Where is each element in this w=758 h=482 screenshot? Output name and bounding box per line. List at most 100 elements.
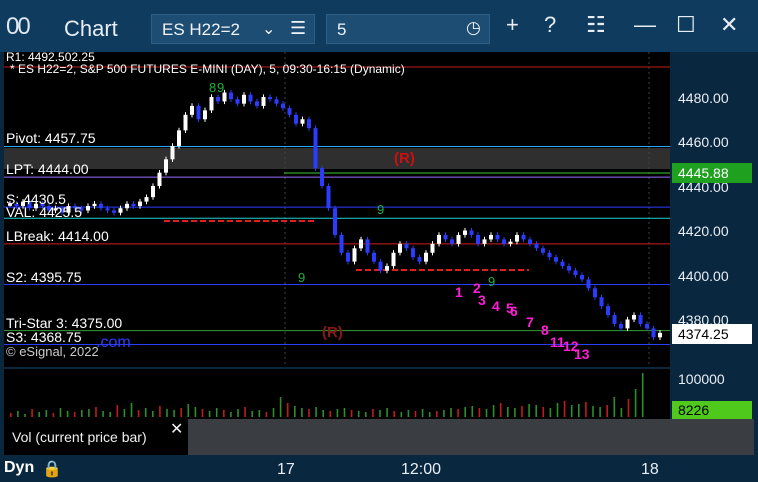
volume-bar bbox=[528, 404, 530, 417]
interval-value: 5 bbox=[337, 20, 347, 39]
volume-bar bbox=[329, 411, 332, 417]
volume-bar bbox=[159, 406, 161, 417]
candle-body bbox=[443, 234, 448, 240]
volume-bar bbox=[38, 412, 40, 417]
candle-body bbox=[528, 239, 532, 244]
level-label-lpt: LPT: 4444.00 bbox=[6, 161, 89, 177]
volume-bar bbox=[592, 406, 594, 417]
candle-body bbox=[105, 208, 110, 211]
r1-label: R1: 4492.502.25 bbox=[6, 50, 95, 64]
setup-number: 8 bbox=[209, 80, 217, 95]
volume-bar bbox=[223, 410, 225, 417]
volume-bar bbox=[514, 408, 516, 417]
candle-body bbox=[138, 201, 142, 207]
candle-body bbox=[515, 234, 519, 242]
volume-chart[interactable] bbox=[4, 369, 670, 419]
volume-bar bbox=[66, 411, 69, 417]
dyn-label[interactable]: Dyn bbox=[4, 459, 34, 477]
volume-bar bbox=[478, 408, 481, 417]
volume-bar bbox=[634, 389, 637, 417]
vol-study-panel[interactable]: Vol (current price bar) ✕ bbox=[4, 419, 188, 455]
countdown-number: 8 bbox=[541, 322, 549, 338]
candle-body bbox=[658, 332, 662, 338]
candle-body bbox=[333, 208, 337, 235]
volume-bar bbox=[315, 407, 317, 417]
close-icon[interactable]: ✕ bbox=[170, 419, 183, 439]
volume-bar bbox=[556, 403, 559, 417]
layout-icon[interactable]: ☷ bbox=[586, 12, 606, 38]
candle-body bbox=[326, 186, 331, 209]
countdown-number: 1 bbox=[455, 284, 463, 300]
candle-body bbox=[560, 261, 565, 267]
volume-bar bbox=[258, 410, 261, 417]
candle-body bbox=[554, 257, 558, 262]
volume-bar bbox=[166, 409, 168, 417]
candle-body bbox=[216, 97, 220, 102]
candle-body bbox=[586, 279, 591, 289]
volume-bar bbox=[613, 397, 616, 417]
volume-bar bbox=[393, 411, 395, 417]
last-price-marker: 4374.25 bbox=[672, 324, 752, 344]
volume-bar bbox=[336, 409, 339, 417]
symbol-selector[interactable]: ES H22=2 ⌄ ☰ bbox=[151, 14, 315, 44]
volume-bar bbox=[230, 412, 232, 417]
level-label-s3: S3: 4368.75 bbox=[6, 329, 82, 345]
volume-bar bbox=[137, 410, 140, 417]
volume-last-marker: 8226 bbox=[672, 401, 752, 419]
minimize-button[interactable]: — bbox=[634, 12, 656, 38]
help-icon[interactable]: ? bbox=[544, 12, 556, 38]
add-icon[interactable]: + bbox=[506, 12, 519, 38]
candle-body bbox=[645, 323, 649, 329]
volume-bar bbox=[499, 403, 502, 417]
candle-body bbox=[372, 252, 376, 262]
candle-body bbox=[593, 288, 597, 298]
volume-bar bbox=[570, 405, 573, 417]
candle-body bbox=[508, 241, 513, 244]
maximize-icon[interactable]: ☐ bbox=[676, 12, 696, 38]
setup-number: 9 bbox=[377, 202, 385, 217]
volume-bar bbox=[365, 412, 367, 417]
chevron-down-icon[interactable]: ⌄ bbox=[262, 19, 275, 39]
candle-body bbox=[320, 168, 324, 186]
volume-bar bbox=[308, 409, 310, 417]
interval-selector[interactable]: 5 ◷ bbox=[326, 14, 490, 44]
price-axis[interactable]: 4480.00 4460.00 4440.00 4420.00 4400.00 … bbox=[670, 52, 754, 419]
volume-tick: 100000 bbox=[678, 371, 725, 387]
candle-body bbox=[177, 130, 181, 146]
candle-body bbox=[521, 234, 526, 240]
volume-bar bbox=[585, 402, 587, 417]
volume-bar bbox=[31, 409, 33, 417]
volume-bar bbox=[294, 406, 296, 417]
volume-bar bbox=[507, 407, 509, 417]
volume-bar bbox=[521, 406, 523, 417]
countdown-number: 3 bbox=[478, 292, 486, 308]
time-axis[interactable]: Dyn 🔒 17 12:00 18 bbox=[0, 457, 758, 482]
price-chart[interactable]: * ES H22=2, S&P 500 FUTURES E-MINI (DAY)… bbox=[4, 50, 670, 367]
volume-bar bbox=[606, 405, 608, 417]
candle-body bbox=[346, 252, 350, 262]
close-icon[interactable]: ✕ bbox=[720, 12, 738, 38]
lock-icon[interactable]: 🔒 bbox=[42, 459, 62, 479]
candle-body bbox=[482, 239, 487, 244]
level-label-val: VAL: 4425.5 bbox=[6, 204, 83, 220]
volume-bar bbox=[208, 411, 211, 417]
window-titlebar: 00 Chart ES H22=2 ⌄ ☰ 5 ◷ + ? ☷ — ☐ ✕ bbox=[0, 0, 758, 52]
clock-icon[interactable]: ◷ bbox=[466, 18, 481, 38]
r-badge: (R) bbox=[394, 150, 415, 167]
candle-body bbox=[112, 210, 116, 213]
level-label-s2: S2: 4395.75 bbox=[6, 269, 82, 285]
countdown-number: 7 bbox=[526, 314, 534, 330]
volume-bar bbox=[471, 406, 474, 417]
vol-study-label: Vol (current price bar) bbox=[12, 429, 147, 445]
chart-header: * ES H22=2, S&P 500 FUTURES E-MINI (DAY)… bbox=[10, 62, 405, 76]
candle-body bbox=[625, 319, 630, 329]
symbol-list-icon[interactable]: ☰ bbox=[290, 18, 306, 39]
candle-body bbox=[209, 97, 214, 111]
volume-bar bbox=[357, 411, 360, 417]
candle-body bbox=[196, 105, 201, 120]
countdown-number: 4 bbox=[492, 298, 500, 314]
volume-bar bbox=[265, 412, 268, 417]
volume-bar bbox=[620, 408, 623, 417]
candle-body bbox=[235, 99, 240, 104]
candle-body bbox=[157, 172, 162, 186]
